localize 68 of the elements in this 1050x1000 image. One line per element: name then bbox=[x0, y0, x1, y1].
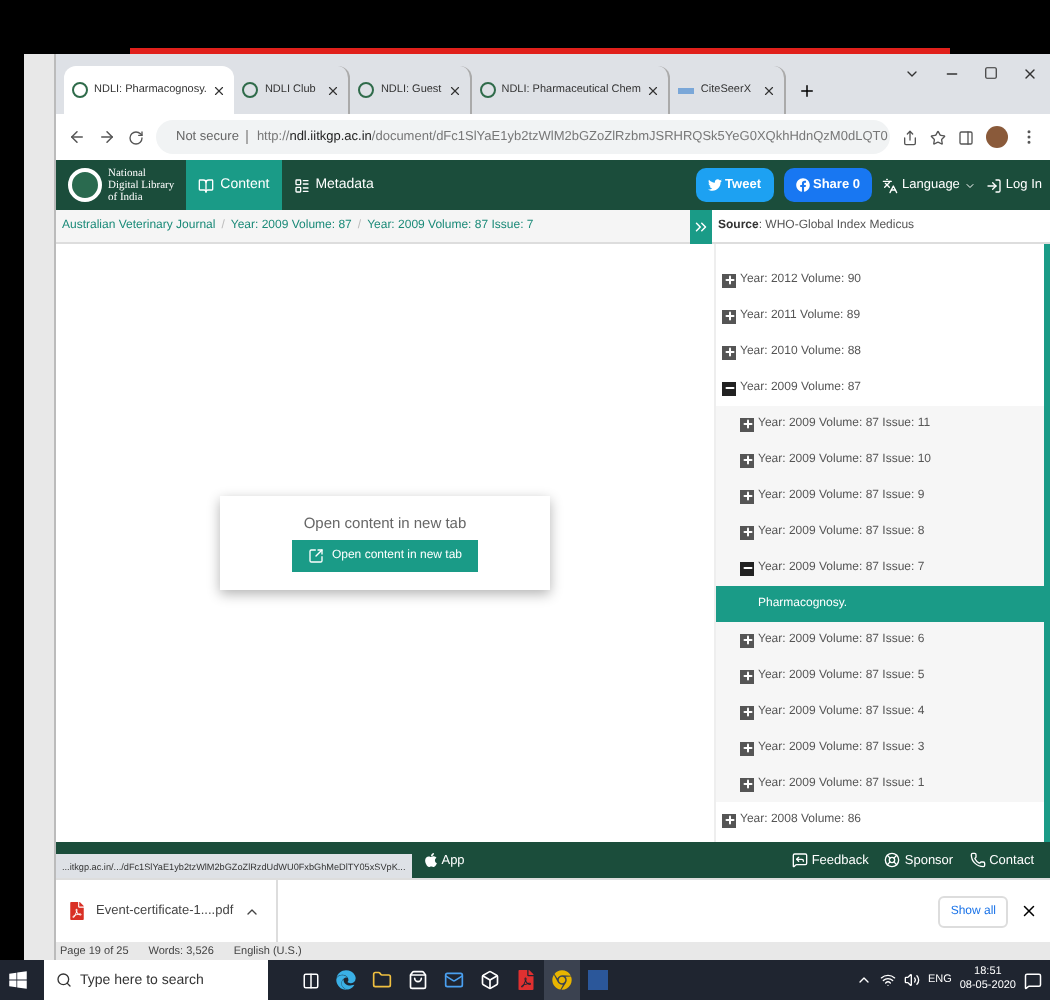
close-icon bbox=[646, 83, 661, 97]
speaker-icon bbox=[903, 972, 920, 988]
sidebar-icon bbox=[958, 129, 974, 145]
search-icon bbox=[56, 972, 72, 988]
favicon-icon bbox=[678, 87, 695, 93]
logo-icon bbox=[72, 82, 88, 98]
logo-icon bbox=[242, 82, 259, 98]
close-icon bbox=[212, 83, 227, 97]
cube-icon bbox=[480, 970, 500, 990]
task-view-icon bbox=[301, 971, 319, 989]
collapse-icon[interactable] bbox=[722, 381, 736, 395]
login-icon bbox=[985, 177, 1002, 193]
expand-icon[interactable] bbox=[740, 417, 754, 431]
book-icon bbox=[198, 177, 215, 193]
maximize-icon bbox=[984, 66, 998, 80]
expand-icon[interactable] bbox=[740, 525, 754, 539]
forward-icon bbox=[98, 128, 116, 146]
pdf-icon bbox=[68, 902, 86, 920]
back-icon bbox=[68, 128, 86, 146]
expand-icon[interactable] bbox=[722, 309, 736, 323]
list-icon bbox=[293, 177, 310, 193]
expand-icon[interactable] bbox=[740, 489, 754, 503]
pdf-icon bbox=[516, 970, 536, 990]
lifebuoy-icon bbox=[884, 852, 901, 868]
expand-icon[interactable] bbox=[740, 741, 754, 755]
facebook-icon bbox=[795, 178, 809, 192]
logo-icon bbox=[68, 168, 102, 202]
chevron-up-icon bbox=[855, 972, 872, 988]
network-icon bbox=[879, 972, 896, 988]
logo-icon bbox=[358, 82, 375, 98]
collapse-button[interactable] bbox=[690, 210, 712, 244]
close-icon bbox=[326, 83, 341, 97]
share-icon bbox=[902, 129, 918, 145]
reply-icon bbox=[791, 852, 808, 868]
avatar[interactable] bbox=[986, 126, 1008, 148]
expand-icon[interactable] bbox=[740, 669, 754, 683]
expand-icon[interactable] bbox=[722, 273, 736, 287]
folder-icon bbox=[372, 970, 392, 990]
logo-icon bbox=[479, 82, 496, 98]
reload-icon bbox=[128, 129, 144, 145]
external-link-icon bbox=[307, 548, 324, 564]
chrome-icon bbox=[552, 970, 572, 990]
apple-icon bbox=[423, 852, 438, 868]
expand-icon[interactable] bbox=[740, 777, 754, 791]
star-icon bbox=[930, 129, 946, 145]
close-icon bbox=[762, 83, 777, 97]
chevron-down-icon bbox=[904, 66, 920, 82]
close-icon bbox=[1022, 66, 1038, 82]
expand-icon[interactable] bbox=[722, 813, 736, 827]
bird-icon bbox=[707, 178, 722, 192]
mail-icon bbox=[444, 970, 464, 990]
edge-icon bbox=[336, 970, 356, 990]
bag-icon bbox=[408, 970, 428, 990]
close-icon bbox=[447, 83, 462, 97]
notification-icon bbox=[1024, 971, 1042, 989]
double-chevron-icon bbox=[692, 218, 710, 236]
expand-icon[interactable] bbox=[740, 633, 754, 647]
collapse-icon[interactable] bbox=[740, 561, 754, 575]
windows-icon bbox=[8, 970, 28, 990]
language-icon bbox=[882, 177, 898, 193]
caret-icon bbox=[963, 179, 976, 191]
expand-icon[interactable] bbox=[740, 705, 754, 719]
new-tab-icon bbox=[798, 82, 817, 100]
close-icon bbox=[1020, 902, 1038, 920]
expand-icon[interactable] bbox=[722, 345, 736, 359]
phone-icon bbox=[969, 852, 986, 868]
word-icon bbox=[588, 970, 608, 990]
expand-icon[interactable] bbox=[740, 453, 754, 467]
